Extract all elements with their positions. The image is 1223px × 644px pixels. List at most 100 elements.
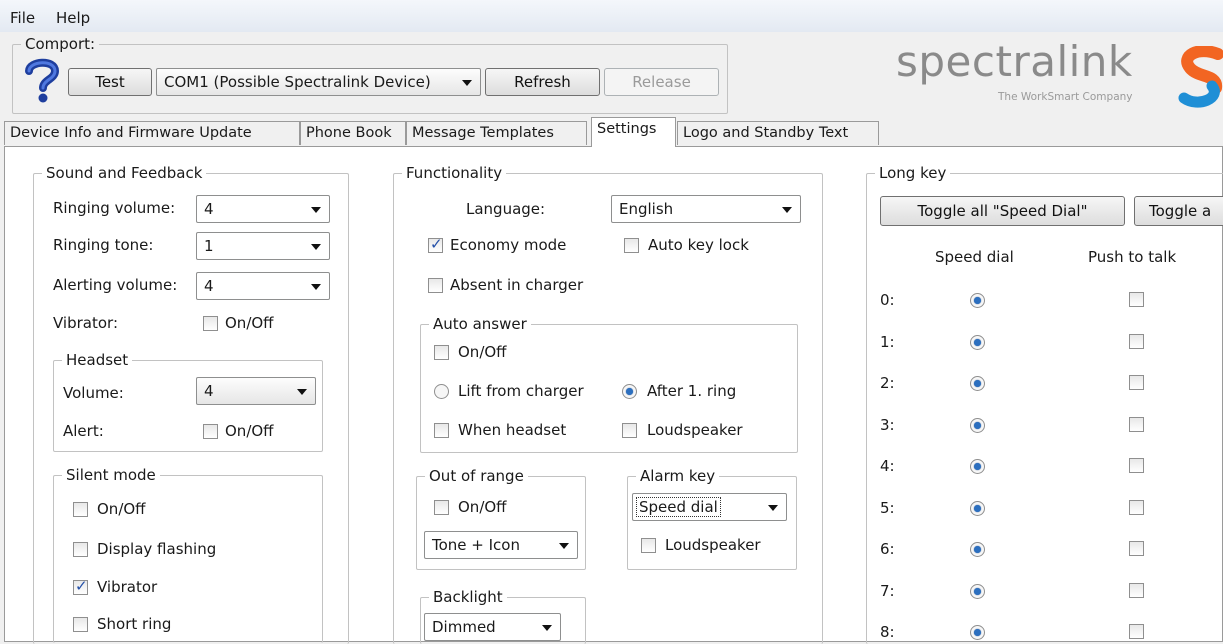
tab-message-templates[interactable]: Message Templates (406, 121, 587, 145)
chevron-down-icon (782, 207, 792, 213)
checkmark-icon: ✓ (75, 577, 88, 595)
absent-in-charger-label: Absent in charger (450, 276, 584, 294)
push-to-talk-checkbox[interactable] (1129, 417, 1144, 432)
silent-vibrator-checkbox[interactable]: ✓ (73, 577, 88, 595)
auto-key-lock-checkbox[interactable] (624, 238, 639, 253)
long-key-row-label: 5: (880, 499, 895, 517)
comport-select-value: COM1 (Possible Spectralink Device) (164, 73, 431, 91)
long-key-row-label: 1: (880, 333, 895, 351)
chevron-down-icon (768, 505, 778, 511)
alarm-key-legend: Alarm key (636, 467, 720, 485)
lift-from-charger-label: Lift from charger (458, 382, 584, 400)
long-key-row-label: 7: (880, 582, 895, 600)
push-to-talk-checkbox[interactable] (1129, 624, 1144, 639)
alarm-key-value: Speed dial (636, 497, 721, 517)
out-of-range-select[interactable]: Tone + Icon (424, 531, 578, 559)
alarm-key-select[interactable]: Speed dial (632, 493, 787, 521)
vibrator-onoff-label: On/Off (225, 314, 274, 332)
vibrator-checkbox[interactable] (203, 316, 218, 331)
comport-legend: Comport: (21, 35, 100, 53)
speed-dial-radio[interactable] (970, 335, 985, 350)
refresh-button[interactable]: Refresh (485, 68, 600, 96)
lift-from-charger-radio[interactable] (434, 384, 449, 399)
alarm-key-group: Alarm key (627, 467, 797, 570)
auto-answer-onoff-label: On/Off (458, 343, 507, 361)
long-key-group: Long key (866, 164, 1223, 644)
ringing-volume-select[interactable]: 4 (196, 195, 330, 223)
push-to-talk-checkbox[interactable] (1129, 375, 1144, 390)
toggle-all-push-to-talk-button[interactable]: Toggle a (1134, 196, 1223, 226)
alarm-key-loudspeaker-label: Loudspeaker (665, 536, 761, 554)
long-key-legend: Long key (875, 164, 951, 182)
push-to-talk-checkbox[interactable] (1129, 292, 1144, 307)
push-to-talk-checkbox[interactable] (1129, 541, 1144, 556)
speed-dial-radio[interactable] (970, 584, 985, 599)
push-to-talk-checkbox[interactable] (1129, 458, 1144, 473)
chevron-down-icon (542, 625, 552, 631)
tab-settings[interactable]: Settings (591, 117, 676, 147)
chevron-down-icon (311, 207, 321, 213)
logo-wordmark: spectralink (896, 37, 1133, 86)
language-select[interactable]: English (611, 195, 801, 223)
push-to-talk-checkbox[interactable] (1129, 500, 1144, 515)
auto-answer-loudspeaker-checkbox[interactable] (622, 423, 637, 438)
display-flashing-checkbox[interactable] (73, 542, 88, 557)
headset-volume-select[interactable]: 4 (196, 377, 316, 405)
short-ring-label: Short ring (97, 615, 172, 633)
short-ring-checkbox[interactable] (73, 617, 88, 632)
push-to-talk-checkbox[interactable] (1129, 583, 1144, 598)
chevron-down-icon (311, 244, 321, 250)
push-to-talk-column-header: Push to talk (1088, 248, 1177, 266)
sound-feedback-legend: Sound and Feedback (42, 164, 207, 182)
silent-onoff-checkbox[interactable] (73, 502, 88, 517)
headset-legend: Headset (62, 351, 133, 369)
absent-in-charger-checkbox[interactable] (428, 278, 443, 293)
long-key-row-label: 8: (880, 623, 895, 641)
test-button[interactable]: Test (68, 68, 152, 96)
backlight-select[interactable]: Dimmed (424, 613, 561, 641)
push-to-talk-checkbox[interactable] (1129, 334, 1144, 349)
toggle-all-speed-dial-button[interactable]: Toggle all "Speed Dial" (880, 196, 1125, 226)
economy-mode-label: Economy mode (450, 236, 567, 254)
auto-answer-legend: Auto answer (429, 315, 531, 333)
speed-dial-radio[interactable] (970, 459, 985, 474)
out-of-range-onoff-checkbox[interactable] (434, 500, 449, 515)
menu-file[interactable]: File (10, 9, 35, 27)
when-headset-checkbox[interactable] (434, 423, 449, 438)
ringing-volume-value: 4 (204, 200, 214, 218)
ringing-tone-select[interactable]: 1 (196, 232, 330, 260)
language-label: Language: (466, 200, 546, 218)
auto-answer-onoff-checkbox[interactable] (434, 345, 449, 360)
speed-dial-radio[interactable] (970, 501, 985, 516)
speed-dial-column-header: Speed dial (935, 248, 1014, 266)
long-key-row-label: 6: (880, 540, 895, 558)
release-button[interactable]: Release (604, 68, 719, 96)
chevron-down-icon (462, 80, 472, 86)
headset-alert-checkbox[interactable] (203, 424, 218, 439)
ringing-tone-label: Ringing tone: (53, 236, 154, 254)
out-of-range-legend: Out of range (425, 467, 528, 485)
long-key-row-label: 2: (880, 374, 895, 392)
menu-help[interactable]: Help (56, 9, 90, 27)
speed-dial-radio[interactable] (970, 293, 985, 308)
alarm-key-loudspeaker-checkbox[interactable] (641, 538, 656, 553)
speed-dial-radio[interactable] (970, 418, 985, 433)
economy-mode-checkbox[interactable]: ✓ (428, 235, 443, 253)
silent-onoff-label: On/Off (97, 500, 146, 518)
alerting-volume-label: Alerting volume: (53, 276, 178, 294)
tab-device-info[interactable]: Device Info and Firmware Update (4, 121, 300, 145)
speed-dial-radio[interactable] (970, 625, 985, 640)
speed-dial-radio[interactable] (970, 376, 985, 391)
tab-phone-book[interactable]: Phone Book (300, 121, 406, 145)
alerting-volume-select[interactable]: 4 (196, 272, 330, 300)
alerting-volume-value: 4 (204, 277, 214, 295)
spectralink-logo: spectralink The WorkSmart Company (893, 37, 1223, 114)
auto-key-lock-label: Auto key lock (648, 236, 749, 254)
speed-dial-radio[interactable] (970, 542, 985, 557)
after-1-ring-radio[interactable] (622, 384, 637, 399)
out-of-range-value: Tone + Icon (432, 536, 520, 554)
logo-tagline: The WorkSmart Company (998, 91, 1133, 103)
tab-logo-standby[interactable]: Logo and Standby Text (677, 121, 879, 145)
comport-select[interactable]: COM1 (Possible Spectralink Device) (156, 68, 481, 96)
help-question-icon[interactable] (21, 57, 63, 103)
